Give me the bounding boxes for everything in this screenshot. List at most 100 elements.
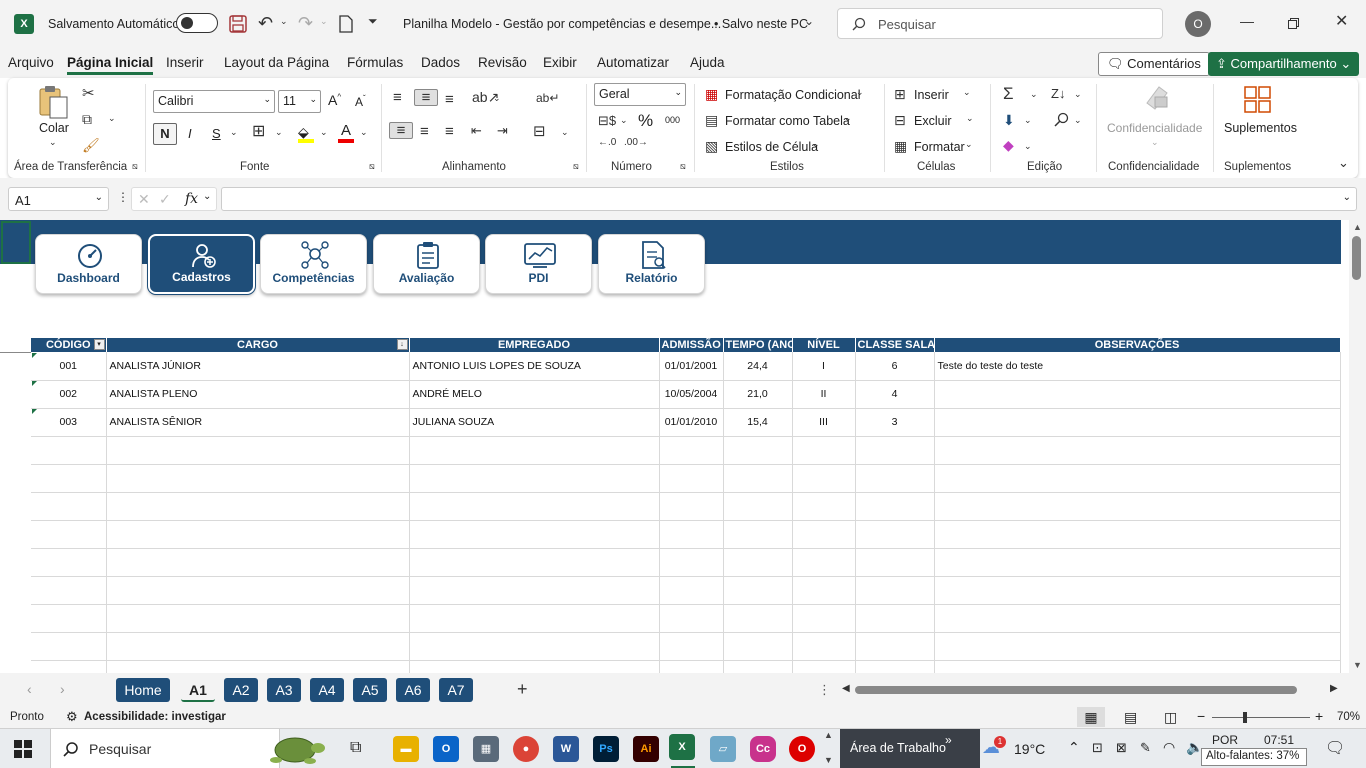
add-sheet-icon[interactable]: + (517, 679, 528, 700)
empty-cell[interactable] (723, 604, 793, 633)
expand-formula-icon[interactable]: ⌄ (1343, 192, 1351, 203)
merge-dropdown-icon[interactable]: ⌄ (561, 128, 569, 137)
empty-cell[interactable] (409, 604, 660, 633)
cell-nivel[interactable]: I (792, 352, 856, 381)
align-center-icon[interactable]: ≡ (420, 124, 429, 139)
empty-cell[interactable] (659, 520, 724, 549)
empty-cell[interactable] (409, 520, 660, 549)
minimize-icon[interactable]: — (1240, 14, 1254, 28)
empty-cell[interactable] (31, 548, 107, 577)
search-input[interactable]: Pesquisar (837, 8, 1163, 39)
cell-admissao[interactable]: 10/05/2004 (659, 380, 724, 409)
page-break-icon[interactable]: ◫ (1164, 709, 1177, 726)
cell-styles-button[interactable]: Estilos de Célula (725, 140, 818, 154)
empty-cell[interactable] (106, 576, 410, 605)
prev-sheet-icon[interactable]: ‹ (27, 681, 32, 697)
sheet-tab-a3[interactable]: A3 (267, 678, 301, 702)
cell-classe[interactable]: 4 (855, 380, 935, 409)
weather-temp[interactable]: 19°C (1014, 741, 1045, 757)
notification-center-icon[interactable]: 🗨 (1325, 738, 1345, 758)
chevron-down-icon[interactable]: ⌄ (1024, 116, 1032, 125)
empty-cell[interactable] (659, 492, 724, 521)
collapse-ribbon-icon[interactable]: ⌄ (1338, 156, 1349, 169)
orientation-dropdown-icon[interactable]: ⌄ (493, 94, 501, 103)
dialog-launcher-icon[interactable]: ⧅ (680, 162, 686, 171)
empty-cell[interactable] (934, 660, 1341, 673)
tab-ajuda[interactable]: Ajuda (690, 55, 725, 70)
show-hidden-icon[interactable]: ⌃ (1068, 739, 1080, 756)
clear-icon[interactable]: ◆ (1003, 138, 1014, 152)
empty-cell[interactable] (409, 576, 660, 605)
sheet-tab-a4[interactable]: A4 (310, 678, 344, 702)
cell-cargo[interactable]: ANALISTA PLENO (106, 380, 410, 409)
borders-dropdown-icon[interactable]: ⌄ (275, 128, 283, 137)
cell-empregado[interactable]: JULIANA SOUZA (409, 408, 660, 437)
empty-cell[interactable] (855, 520, 935, 549)
sheet-tab-a1[interactable]: A1 (181, 678, 215, 702)
tab-formulas[interactable]: Fórmulas (347, 55, 403, 70)
empty-cell[interactable] (855, 492, 935, 521)
wrap-text-icon[interactable]: ab↵ (536, 92, 559, 104)
taskbar-search[interactable]: Pesquisar (50, 729, 280, 768)
tab-exibir[interactable]: Exibir (543, 55, 577, 70)
cut-icon[interactable]: ✂ (82, 86, 95, 101)
normal-view-icon[interactable]: ▦ (1077, 707, 1105, 727)
empty-cell[interactable] (934, 632, 1341, 661)
italic-button[interactable]: I (188, 126, 192, 141)
merge-center-icon[interactable]: ⊟ (533, 124, 546, 139)
empty-cell[interactable] (409, 660, 660, 673)
cell-nivel[interactable]: III (792, 408, 856, 437)
empty-cell[interactable] (31, 604, 107, 633)
empty-cell[interactable] (792, 660, 856, 673)
sheet-tab-home[interactable]: Home (116, 678, 170, 702)
cell-cargo[interactable]: ANALISTA SÊNIOR (106, 408, 410, 437)
empty-cell[interactable] (792, 632, 856, 661)
underline-dropdown-icon[interactable]: ⌄ (230, 128, 238, 137)
empty-cell[interactable] (855, 548, 935, 577)
cell-nivel[interactable]: II (792, 380, 856, 409)
more-options-icon[interactable]: ⋮ (117, 191, 129, 203)
empty-cell[interactable] (855, 464, 935, 493)
wifi-icon[interactable]: ◠ (1163, 739, 1175, 756)
paste-dropdown-icon[interactable]: ⌄ (49, 138, 57, 147)
empty-cell[interactable] (659, 464, 724, 493)
nav-card-dashboard[interactable]: Dashboard (35, 234, 142, 294)
delete-cells-icon[interactable]: ⊟ (894, 113, 906, 127)
redo-dropdown-icon[interactable]: ⌄ (320, 17, 328, 26)
empty-cell[interactable] (934, 576, 1341, 605)
zoom-level[interactable]: 70% (1337, 711, 1360, 723)
formula-input[interactable]: ⌄ (221, 187, 1357, 211)
cell-codigo[interactable]: 002 (31, 380, 107, 409)
shrink-font-icon[interactable]: Aˇ (355, 94, 366, 109)
empty-cell[interactable] (106, 464, 410, 493)
chevron-down-icon[interactable]: ⌄ (804, 15, 814, 27)
chevron-down-icon[interactable]: ⌄ (1030, 90, 1038, 99)
empty-cell[interactable] (723, 660, 793, 673)
paste-icon[interactable] (38, 84, 70, 120)
fill-dropdown-icon[interactable]: ⌄ (320, 128, 328, 137)
percent-button[interactable]: % (638, 111, 653, 131)
nav-card-competencias[interactable]: Competências (260, 234, 367, 294)
tab-layout-pagina[interactable]: Layout da Página (224, 55, 329, 70)
empty-cell[interactable] (409, 464, 660, 493)
share-button[interactable]: ⇪ Compartilhamento ⌄ (1208, 52, 1360, 76)
empty-cell[interactable] (855, 632, 935, 661)
sorted-filter-icon[interactable]: ↓ (396, 339, 408, 350)
format-cells-icon[interactable]: ▦ (894, 139, 907, 153)
zoom-out-icon[interactable]: − (1197, 708, 1205, 724)
fill-down-icon[interactable]: ⬇ (1003, 113, 1015, 127)
next-sheet-icon[interactable]: › (60, 681, 65, 697)
underline-button[interactable]: S (212, 126, 221, 141)
scroll-thumb[interactable] (1352, 236, 1361, 280)
empty-cell[interactable] (31, 464, 107, 493)
empty-cell[interactable] (106, 660, 410, 673)
empty-cell[interactable] (723, 464, 793, 493)
filter-dropdown-icon[interactable]: ▾ (93, 339, 105, 350)
empty-cell[interactable] (723, 492, 793, 521)
clock-time[interactable]: 07:51 (1264, 733, 1294, 747)
borders-icon[interactable]: ⊞ (252, 124, 265, 140)
new-file-icon[interactable] (339, 15, 353, 33)
cell-styles-icon[interactable]: ▧ (705, 139, 718, 153)
tab-dados[interactable]: Dados (421, 55, 460, 70)
comments-button[interactable]: 🗨 Comentários (1098, 52, 1210, 76)
